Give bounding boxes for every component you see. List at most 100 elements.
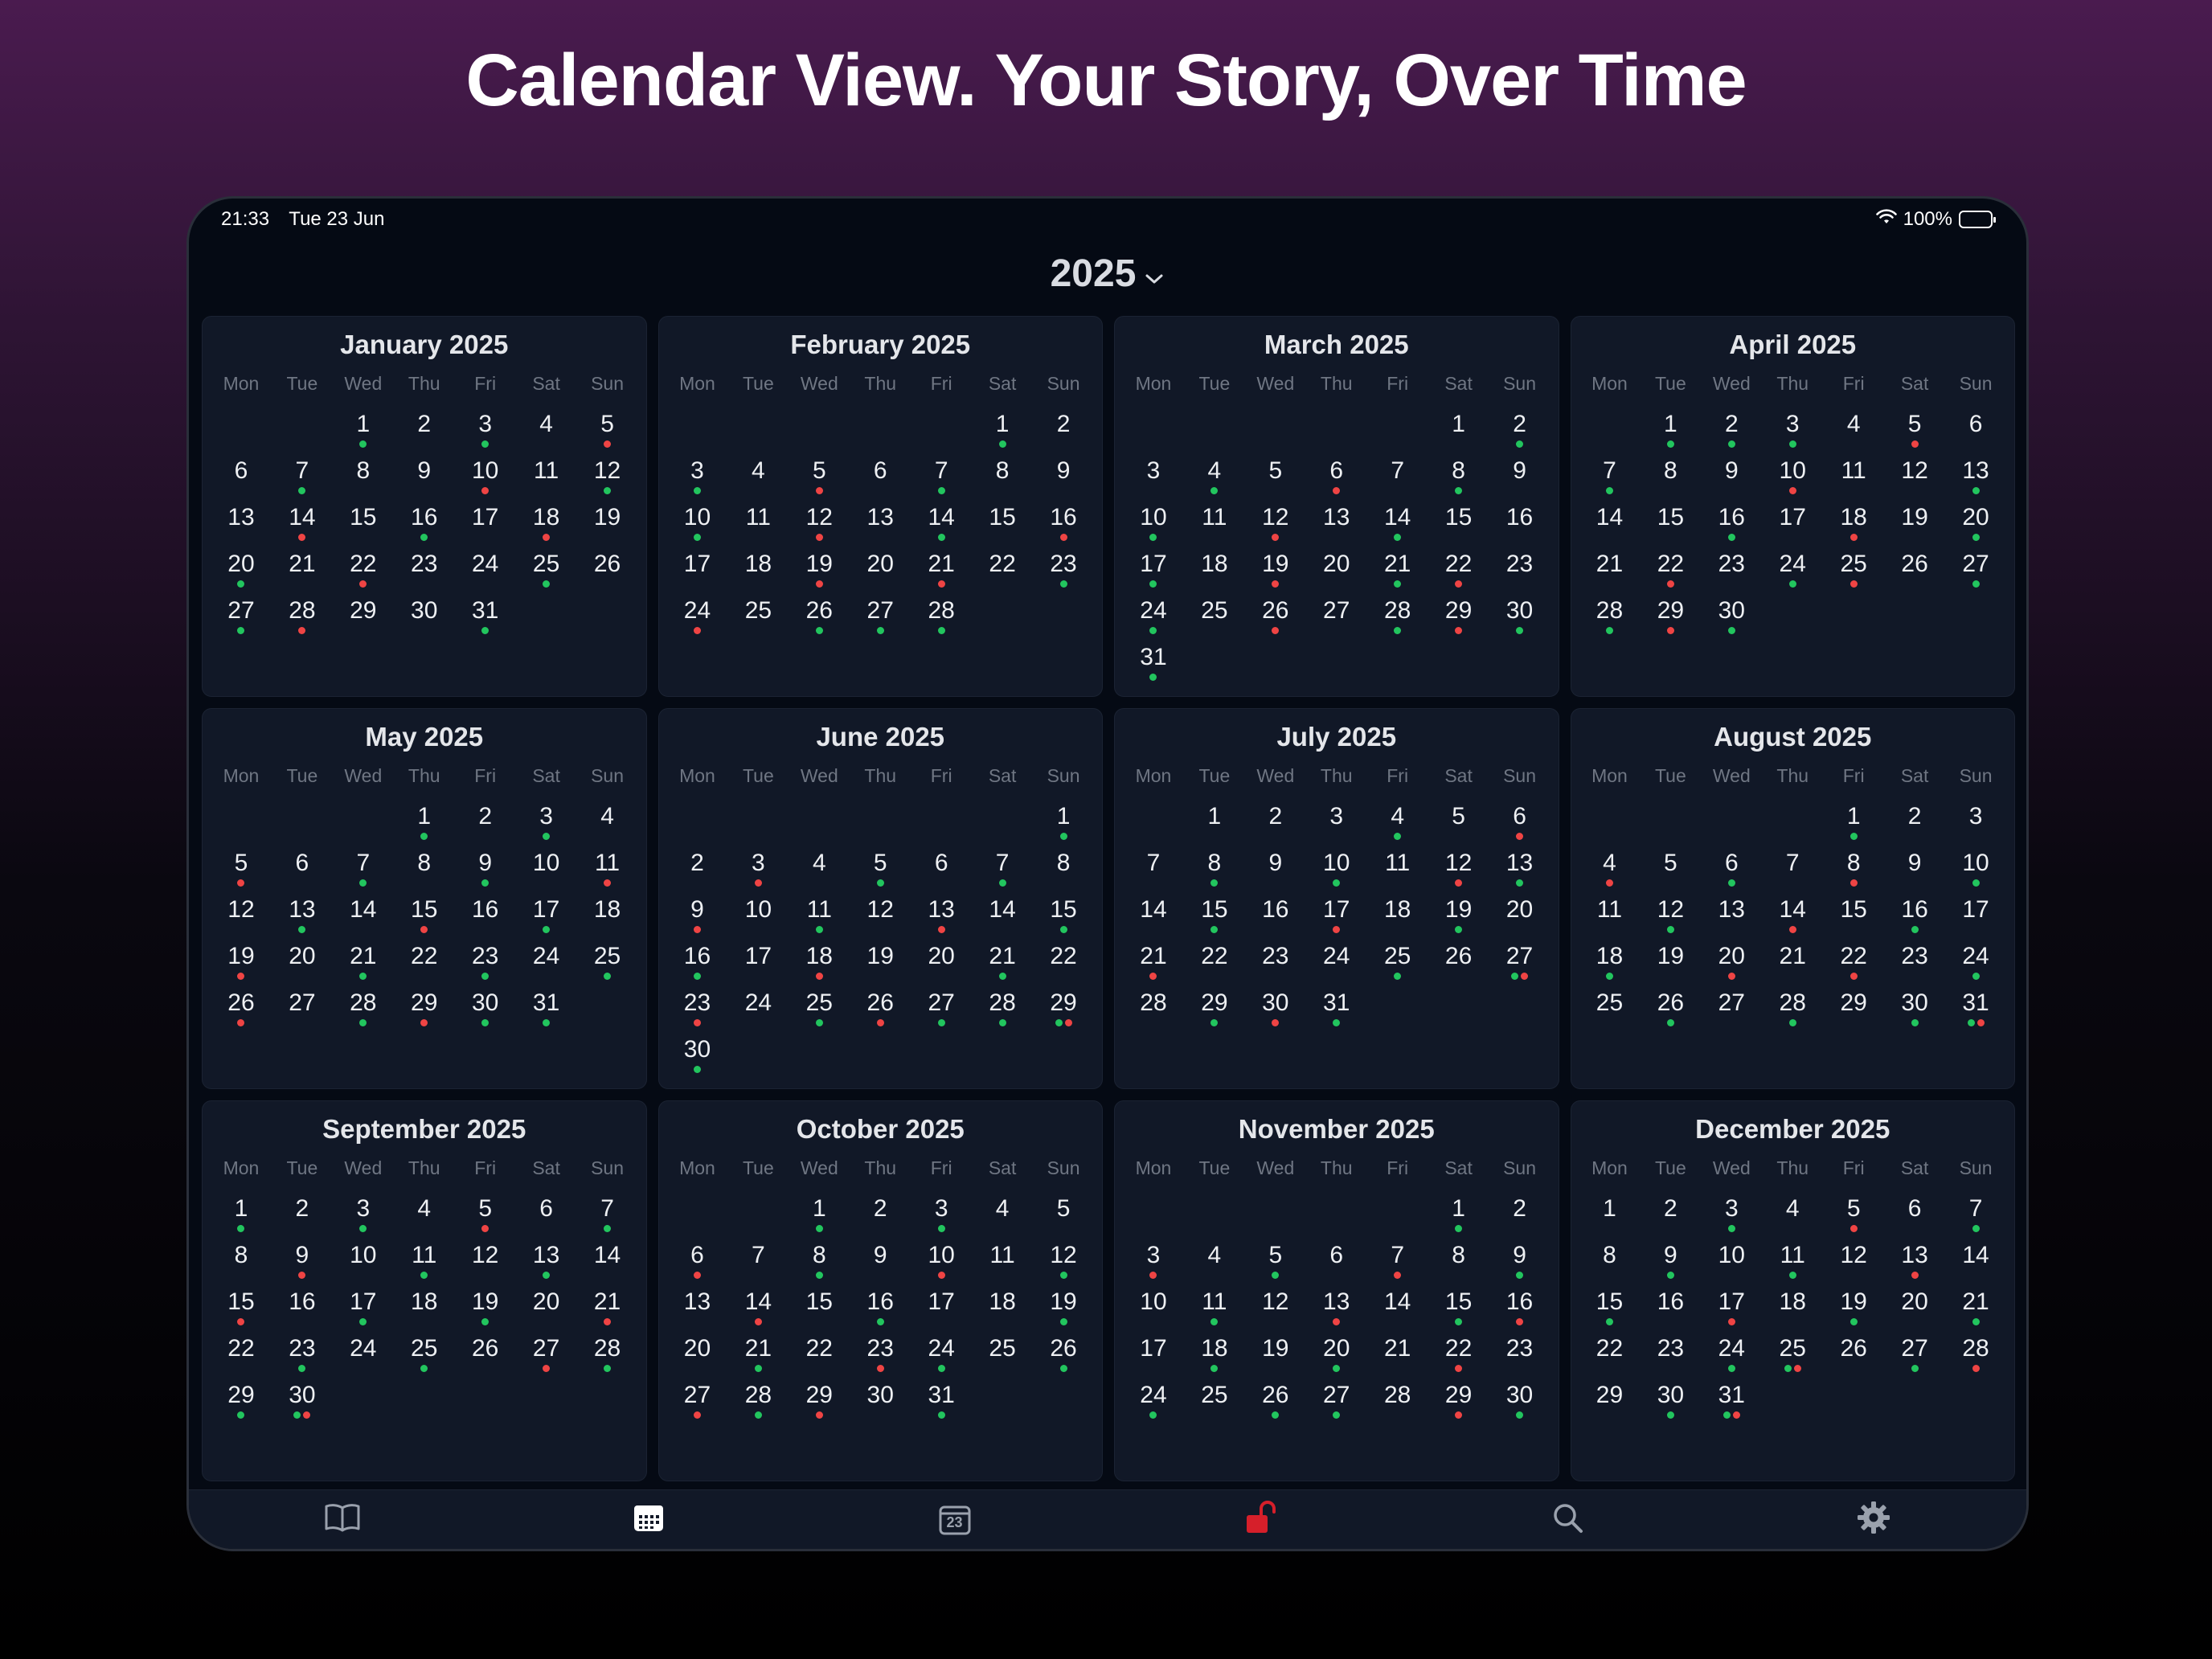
day-cell[interactable]: 25 (727, 595, 789, 641)
day-cell[interactable]: 27 (667, 1379, 728, 1426)
day-cell[interactable]: 28 (727, 1379, 789, 1426)
day-cell[interactable]: 29 (394, 987, 455, 1034)
day-cell[interactable]: 7 (1123, 847, 1184, 894)
day-cell[interactable]: 21 (1762, 940, 1823, 987)
day-cell[interactable]: 14 (1367, 502, 1428, 548)
day-cell[interactable]: 13 (1884, 1239, 1945, 1286)
day-cell[interactable]: 30 (1489, 595, 1550, 641)
day-cell[interactable]: 9 (272, 1239, 333, 1286)
tab-today[interactable]: 23 (931, 1496, 979, 1544)
day-cell[interactable]: 16 (272, 1286, 333, 1333)
day-cell[interactable]: 2 (394, 408, 455, 455)
day-cell[interactable]: 5 (1245, 1239, 1306, 1286)
day-cell[interactable]: 26 (850, 987, 911, 1034)
day-cell[interactable]: 1 (211, 1193, 272, 1239)
day-cell[interactable]: 3 (333, 1193, 394, 1239)
month-title[interactable]: October 2025 (667, 1111, 1095, 1148)
day-cell[interactable]: 4 (1184, 1239, 1245, 1286)
tab-settings[interactable] (1849, 1496, 1898, 1544)
day-cell[interactable]: 13 (850, 502, 911, 548)
day-cell[interactable]: 15 (1033, 894, 1094, 940)
day-cell[interactable]: 1 (394, 801, 455, 847)
day-cell[interactable]: 20 (272, 940, 333, 987)
day-cell[interactable]: 5 (1640, 847, 1701, 894)
month-title[interactable]: August 2025 (1579, 719, 2007, 756)
day-cell[interactable]: 4 (1184, 455, 1245, 502)
day-cell[interactable]: 1 (972, 408, 1033, 455)
day-cell[interactable]: 19 (1033, 1286, 1094, 1333)
month-title[interactable]: January 2025 (211, 326, 638, 363)
day-cell[interactable]: 27 (1306, 1379, 1367, 1426)
day-cell[interactable]: 25 (516, 548, 577, 595)
day-cell[interactable]: 6 (850, 455, 911, 502)
day-cell[interactable]: 3 (1945, 801, 2006, 847)
day-cell[interactable]: 14 (1762, 894, 1823, 940)
day-cell[interactable]: 1 (1428, 1193, 1489, 1239)
day-cell[interactable]: 14 (1367, 1286, 1428, 1333)
day-cell[interactable]: 10 (333, 1239, 394, 1286)
day-cell[interactable]: 16 (394, 502, 455, 548)
day-cell[interactable]: 30 (667, 1034, 728, 1080)
day-cell[interactable]: 5 (1823, 1193, 1884, 1239)
day-cell[interactable]: 24 (1306, 940, 1367, 987)
month-title[interactable]: September 2025 (211, 1111, 638, 1148)
day-cell[interactable]: 15 (1823, 894, 1884, 940)
day-cell[interactable]: 17 (727, 940, 789, 987)
day-cell[interactable]: 25 (1184, 1379, 1245, 1426)
day-cell[interactable]: 28 (972, 987, 1033, 1034)
day-cell[interactable]: 18 (1184, 1333, 1245, 1379)
day-cell[interactable]: 19 (1640, 940, 1701, 987)
day-cell[interactable]: 12 (1245, 502, 1306, 548)
day-cell[interactable]: 29 (333, 595, 394, 641)
day-cell[interactable]: 13 (1701, 894, 1762, 940)
day-cell[interactable]: 12 (850, 894, 911, 940)
day-cell[interactable]: 23 (1640, 1333, 1701, 1379)
day-cell[interactable]: 29 (1184, 987, 1245, 1034)
day-cell[interactable]: 5 (211, 847, 272, 894)
day-cell[interactable]: 3 (516, 801, 577, 847)
day-cell[interactable]: 28 (1579, 595, 1641, 641)
day-cell[interactable]: 20 (1489, 894, 1550, 940)
day-cell[interactable]: 16 (850, 1286, 911, 1333)
month-title[interactable]: February 2025 (667, 326, 1095, 363)
day-cell[interactable]: 20 (850, 548, 911, 595)
day-cell[interactable]: 5 (789, 455, 850, 502)
day-cell[interactable]: 24 (911, 1333, 972, 1379)
day-cell[interactable]: 1 (1640, 408, 1701, 455)
day-cell[interactable]: 20 (1945, 502, 2006, 548)
day-cell[interactable]: 25 (972, 1333, 1033, 1379)
day-cell[interactable]: 23 (1489, 548, 1550, 595)
day-cell[interactable]: 4 (972, 1193, 1033, 1239)
day-cell[interactable]: 22 (394, 940, 455, 987)
day-cell[interactable]: 25 (577, 940, 638, 987)
day-cell[interactable]: 1 (1184, 801, 1245, 847)
day-cell[interactable]: 14 (1945, 1239, 2006, 1286)
day-cell[interactable]: 20 (1884, 1286, 1945, 1333)
day-cell[interactable]: 7 (333, 847, 394, 894)
day-cell[interactable]: 15 (1640, 502, 1701, 548)
day-cell[interactable]: 28 (1123, 987, 1184, 1034)
day-cell[interactable]: 20 (516, 1286, 577, 1333)
day-cell[interactable]: 10 (667, 502, 728, 548)
day-cell[interactable]: 13 (1945, 455, 2006, 502)
day-cell[interactable]: 12 (1884, 455, 1945, 502)
day-cell[interactable]: 10 (1701, 1239, 1762, 1286)
day-cell[interactable]: 30 (455, 987, 516, 1034)
day-cell[interactable]: 30 (850, 1379, 911, 1426)
day-cell[interactable]: 12 (1428, 847, 1489, 894)
day-cell[interactable]: 19 (211, 940, 272, 987)
day-cell[interactable]: 2 (272, 1193, 333, 1239)
day-cell[interactable]: 27 (850, 595, 911, 641)
day-cell[interactable]: 14 (272, 502, 333, 548)
day-cell[interactable]: 20 (1701, 940, 1762, 987)
day-cell[interactable]: 28 (1762, 987, 1823, 1034)
day-cell[interactable]: 15 (211, 1286, 272, 1333)
day-cell[interactable]: 8 (1428, 455, 1489, 502)
day-cell[interactable]: 15 (1428, 502, 1489, 548)
day-cell[interactable]: 11 (727, 502, 789, 548)
day-cell[interactable]: 5 (577, 408, 638, 455)
day-cell[interactable]: 15 (1428, 1286, 1489, 1333)
day-cell[interactable]: 24 (667, 595, 728, 641)
day-cell[interactable]: 16 (455, 894, 516, 940)
day-cell[interactable]: 24 (1701, 1333, 1762, 1379)
